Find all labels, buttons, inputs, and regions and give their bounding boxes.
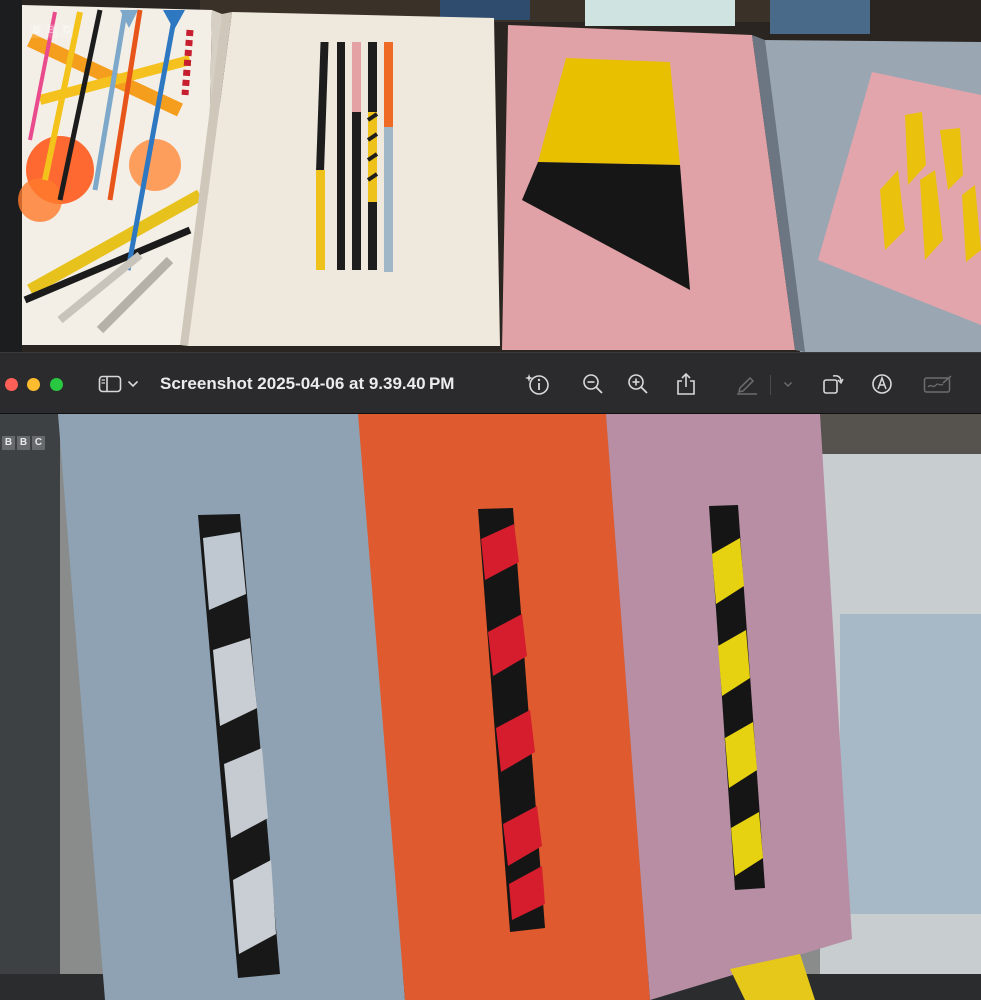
- chevron-down-icon: [127, 380, 139, 388]
- info-button[interactable]: [525, 371, 551, 397]
- watermark-letter: B: [30, 24, 43, 38]
- zoom-in-button[interactable]: [625, 371, 651, 397]
- watermark-letter: B: [45, 24, 58, 38]
- share-icon: [677, 372, 695, 395]
- panel-red-black-stripes: [358, 414, 650, 1000]
- rotate-button[interactable]: [820, 371, 846, 397]
- screenshot-photo-top: B B C: [0, 0, 981, 352]
- info-sparkle-icon: [525, 374, 549, 395]
- canvas-vertical-stripes: [180, 12, 500, 346]
- document-title: Screenshot 2025-04-06 at 9.39.40 PM: [160, 374, 455, 393]
- watermark-letter: C: [60, 24, 73, 38]
- sidebar-icon: [98, 375, 122, 393]
- minimize-button[interactable]: [27, 378, 40, 391]
- screenshot-photo-bottom: B B C: [0, 414, 981, 1000]
- bbc-watermark-bottom: B B C: [2, 436, 45, 450]
- zoom-out-button[interactable]: [580, 371, 606, 397]
- highlight-button[interactable]: [734, 371, 760, 397]
- chevron-down-icon: [784, 381, 792, 387]
- markup-icon: [872, 374, 892, 394]
- signature-icon: [923, 375, 952, 393]
- rotate-icon: [823, 374, 844, 394]
- bbc-watermark-top: B B C: [30, 24, 73, 38]
- preview-toolbar: Screenshot 2025-04-06 at 9.39.40 PM: [0, 352, 981, 414]
- watermark-letter: B: [2, 436, 15, 450]
- canvas-pink-trapezoid: [502, 25, 795, 350]
- sidebar-toggle-button[interactable]: [97, 371, 123, 397]
- close-button[interactable]: [5, 378, 18, 391]
- sidebar-menu-button[interactable]: [123, 371, 143, 397]
- zoom-out-icon: [583, 374, 603, 394]
- markup-button[interactable]: [869, 371, 895, 397]
- zoom-in-icon: [628, 374, 648, 394]
- share-button[interactable]: [673, 371, 699, 397]
- pencil-icon: [737, 376, 757, 395]
- highlight-menu-button[interactable]: [778, 371, 798, 397]
- watermark-letter: B: [17, 436, 30, 450]
- zoom-button[interactable]: [50, 378, 63, 391]
- toolbar-separator: [770, 375, 771, 395]
- sign-button[interactable]: [922, 371, 954, 397]
- panel-grey-white-stripes: [58, 414, 405, 1000]
- watermark-letter: C: [32, 436, 45, 450]
